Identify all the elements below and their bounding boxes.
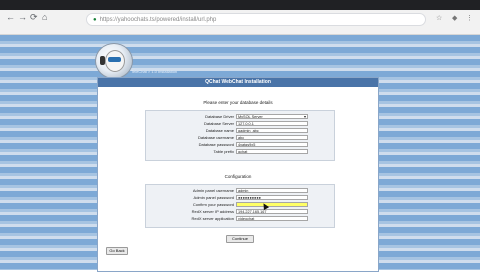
home-icon[interactable]: ⌂ — [42, 12, 47, 22]
admin-username-input[interactable]: admin — [236, 188, 308, 193]
confirm-password-input[interactable] — [236, 202, 308, 207]
webchat-logo — [95, 43, 133, 79]
browser-chrome: ← → ⟳ ⌂ ● https://yahoochats.ts/powered/i… — [0, 0, 480, 35]
confirm-password-label: Confirm your password — [192, 202, 234, 207]
database-driver-select[interactable]: MySQL Server — [236, 114, 308, 119]
database-driver-label: Database Driver — [205, 114, 234, 119]
database-name-label: Database name — [205, 128, 234, 133]
redx-application-label: RedX server application — [191, 216, 234, 221]
go-back-button[interactable]: Go Back — [106, 247, 128, 255]
database-password-label: Database password — [198, 142, 234, 147]
headset-icon — [100, 56, 105, 65]
database-intro: Please enter your database details — [203, 100, 273, 105]
redx-application-input[interactable]: videochat — [236, 216, 308, 221]
panel-title: QChat WebChat Installation — [98, 78, 378, 87]
breadcrumb: TeleChat > 1.0 Installation — [131, 69, 178, 74]
redx-ip-label: RedX server IP address — [191, 209, 234, 214]
database-section: Database Driver MySQL Server Database Se… — [145, 110, 335, 161]
redx-ip-input[interactable]: 194.227.165.167 — [236, 209, 308, 214]
form-row: Confirm your password — [146, 201, 334, 208]
form-row: Database Driver MySQL Server — [146, 113, 334, 120]
installation-panel: QChat WebChat Installation Please enter … — [97, 77, 379, 272]
configuration-section: Admin panel username admin Admin panel p… — [145, 184, 335, 228]
form-row: Database password 4yatqs9x5 — [146, 141, 334, 148]
extension-icon[interactable]: ◆ — [452, 14, 457, 22]
form-row: Admin panel username admin — [146, 187, 334, 194]
continue-button[interactable]: Continue — [226, 235, 254, 243]
form-row: Database name qadmin_abc — [146, 127, 334, 134]
configuration-heading: Configuration — [224, 174, 252, 179]
forward-icon[interactable]: → — [18, 12, 27, 22]
address-bar[interactable]: ● https://yahoochats.ts/powered/install/u… — [86, 13, 426, 26]
form-row: RedX server IP address 194.227.165.167 — [146, 208, 334, 215]
logo-visor — [108, 57, 121, 62]
admin-password-label: Admin panel password — [193, 195, 234, 200]
database-server-input[interactable]: 127.0.0.1 — [236, 121, 308, 126]
form-row: RedX server application videochat — [146, 215, 334, 222]
database-server-label: Database Server — [203, 121, 234, 126]
admin-password-input[interactable]: ●●●●●●●●●● — [236, 195, 308, 200]
form-row: Database Server 127.0.0.1 — [146, 120, 334, 127]
database-name-input[interactable]: qadmin_abc — [236, 128, 308, 133]
back-icon[interactable]: ← — [6, 12, 15, 22]
lock-icon: ● — [93, 17, 97, 23]
table-prefix-input[interactable]: qchat_ — [236, 149, 308, 154]
form-row: Table prefix qchat_ — [146, 148, 334, 155]
url-text: https://yahoochats.ts/powered/install/ur… — [99, 17, 217, 23]
database-username-input[interactable]: abc — [236, 135, 308, 140]
database-username-label: Database username — [197, 135, 234, 140]
table-prefix-label: Table prefix — [213, 149, 234, 154]
form-row: Admin panel password ●●●●●●●●●● — [146, 194, 334, 201]
database-password-input[interactable]: 4yatqs9x5 — [236, 142, 308, 147]
form-row: Database username abc — [146, 134, 334, 141]
menu-icon[interactable]: ⋮ — [466, 14, 473, 22]
window-title-strip — [0, 0, 480, 10]
reload-icon[interactable]: ⟳ — [30, 12, 38, 23]
admin-username-label: Admin panel username — [192, 188, 234, 193]
star-icon[interactable]: ☆ — [436, 14, 442, 22]
